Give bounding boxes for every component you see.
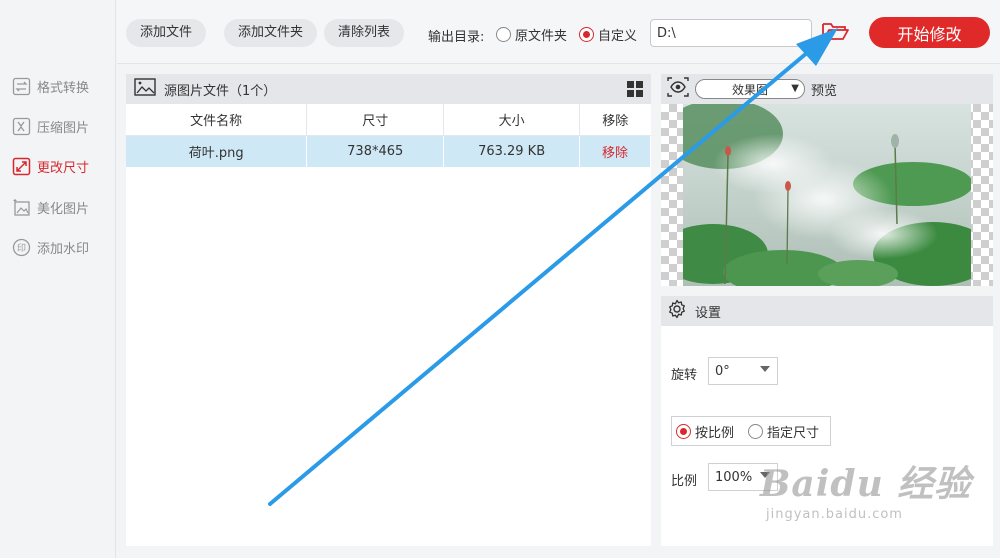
dimension-cell: 738*465: [306, 135, 445, 167]
radio-original-folder[interactable]: 原文件夹: [496, 25, 567, 44]
resize-icon: [12, 157, 31, 176]
watermark-icon: 印: [12, 238, 31, 257]
preview-label: 预览: [811, 83, 838, 99]
chevron-down-icon: [760, 366, 770, 372]
table-row[interactable]: 荷叶.png 738*465 763.29 KB 移除: [126, 135, 651, 167]
radio-dot-selected: [579, 27, 594, 42]
convert-icon: [12, 77, 31, 96]
radio-custom[interactable]: 自定义: [579, 25, 637, 44]
sidebar-item-resize[interactable]: 更改尺寸: [12, 155, 89, 177]
radio-dot-selected: [676, 423, 691, 439]
radio-label: 原文件夹: [515, 29, 568, 44]
radio-specify-size[interactable]: 指定尺寸: [748, 422, 819, 441]
sidebar-item-label: 更改尺寸: [37, 160, 90, 176]
effect-select[interactable]: 效果图 ▼: [695, 79, 805, 99]
beautify-icon: [12, 198, 31, 217]
preview-image: [683, 104, 971, 286]
browse-folder-button[interactable]: [820, 19, 850, 47]
preview-header: 效果图 ▼ 预览: [661, 74, 993, 104]
chevron-down-icon: ▼: [791, 83, 799, 94]
file-table: 文件名称 尺寸 大小 移除 荷叶.png 738*465 763.29 KB 移…: [126, 104, 651, 167]
settings-header: 设置: [661, 296, 993, 326]
remove-link[interactable]: 移除: [579, 135, 651, 167]
radio-label: 按比例: [695, 425, 735, 441]
eye-icon[interactable]: [667, 77, 689, 101]
sidebar-item-format-convert[interactable]: 格式转换: [12, 75, 89, 97]
watermark-url: jingyan.baidu.com: [766, 507, 903, 522]
effect-select-value: 效果图: [731, 82, 768, 97]
radio-label: 自定义: [598, 29, 638, 44]
watermark-brand: Baidu 经验: [760, 463, 972, 505]
sidebar: 格式转换 压缩图片 更改尺寸 美化图片 印 添加水印: [0, 0, 116, 558]
grid-view-icon[interactable]: [627, 81, 643, 97]
sidebar-item-label: 添加水印: [37, 241, 90, 257]
column-header: 移除: [579, 104, 651, 136]
gear-icon: [667, 299, 687, 323]
rotate-select[interactable]: 0°: [708, 357, 778, 385]
filesize-cell: 763.29 KB: [443, 135, 581, 167]
preview-canvas: [661, 104, 993, 286]
start-button[interactable]: 开始修改: [869, 17, 990, 48]
radio-dot: [748, 423, 764, 439]
file-name-cell: 荷叶.png: [126, 135, 308, 167]
table-header-row: 文件名称 尺寸 大小 移除: [126, 104, 651, 136]
sidebar-item-compress[interactable]: 压缩图片: [12, 115, 89, 137]
column-header: 大小: [443, 104, 581, 136]
ratio-value: 100%: [715, 469, 753, 485]
rotate-label: 旋转: [671, 368, 698, 383]
baidu-jingyan-watermark: Baidu 经验 jingyan.baidu.com: [760, 455, 971, 522]
ratio-label: 比例: [671, 474, 698, 489]
sidebar-item-label: 格式转换: [37, 80, 90, 96]
file-panel-header: 源图片文件（1个）: [126, 74, 651, 104]
output-dir-label: 输出目录:: [428, 30, 485, 45]
output-path-input[interactable]: [650, 19, 812, 47]
clear-list-button[interactable]: 清除列表: [324, 19, 405, 47]
compress-icon: [12, 117, 31, 136]
image-icon: [134, 78, 156, 100]
add-file-button[interactable]: 添加文件: [126, 19, 207, 47]
file-list-panel: 源图片文件（1个） 文件名称 尺寸 大小 移除 荷叶.png 738*465 7…: [126, 74, 651, 546]
preview-panel: 效果图 ▼ 预览: [661, 74, 993, 286]
column-header: 文件名称: [126, 104, 308, 136]
toolbar: 添加文件 添加文件夹 清除列表 输出目录: 原文件夹 自定义: [117, 0, 1000, 64]
radio-dot: [496, 27, 511, 42]
settings-title: 设置: [695, 305, 722, 321]
rotate-value: 0°: [715, 363, 730, 379]
folder-open-icon: [821, 20, 849, 46]
file-panel-title: 源图片文件（1个）: [164, 83, 277, 99]
sidebar-item-beautify[interactable]: 美化图片: [12, 196, 89, 218]
sidebar-item-label: 美化图片: [37, 201, 90, 217]
radio-by-ratio[interactable]: 按比例: [676, 422, 734, 441]
resize-mode-group: 按比例 指定尺寸: [671, 416, 831, 446]
column-header: 尺寸: [306, 104, 445, 136]
radio-label: 指定尺寸: [767, 425, 820, 441]
sidebar-item-watermark[interactable]: 印 添加水印: [12, 236, 89, 258]
sidebar-item-label: 压缩图片: [37, 120, 90, 136]
svg-text:印: 印: [17, 242, 26, 254]
add-folder-button[interactable]: 添加文件夹: [224, 19, 318, 47]
